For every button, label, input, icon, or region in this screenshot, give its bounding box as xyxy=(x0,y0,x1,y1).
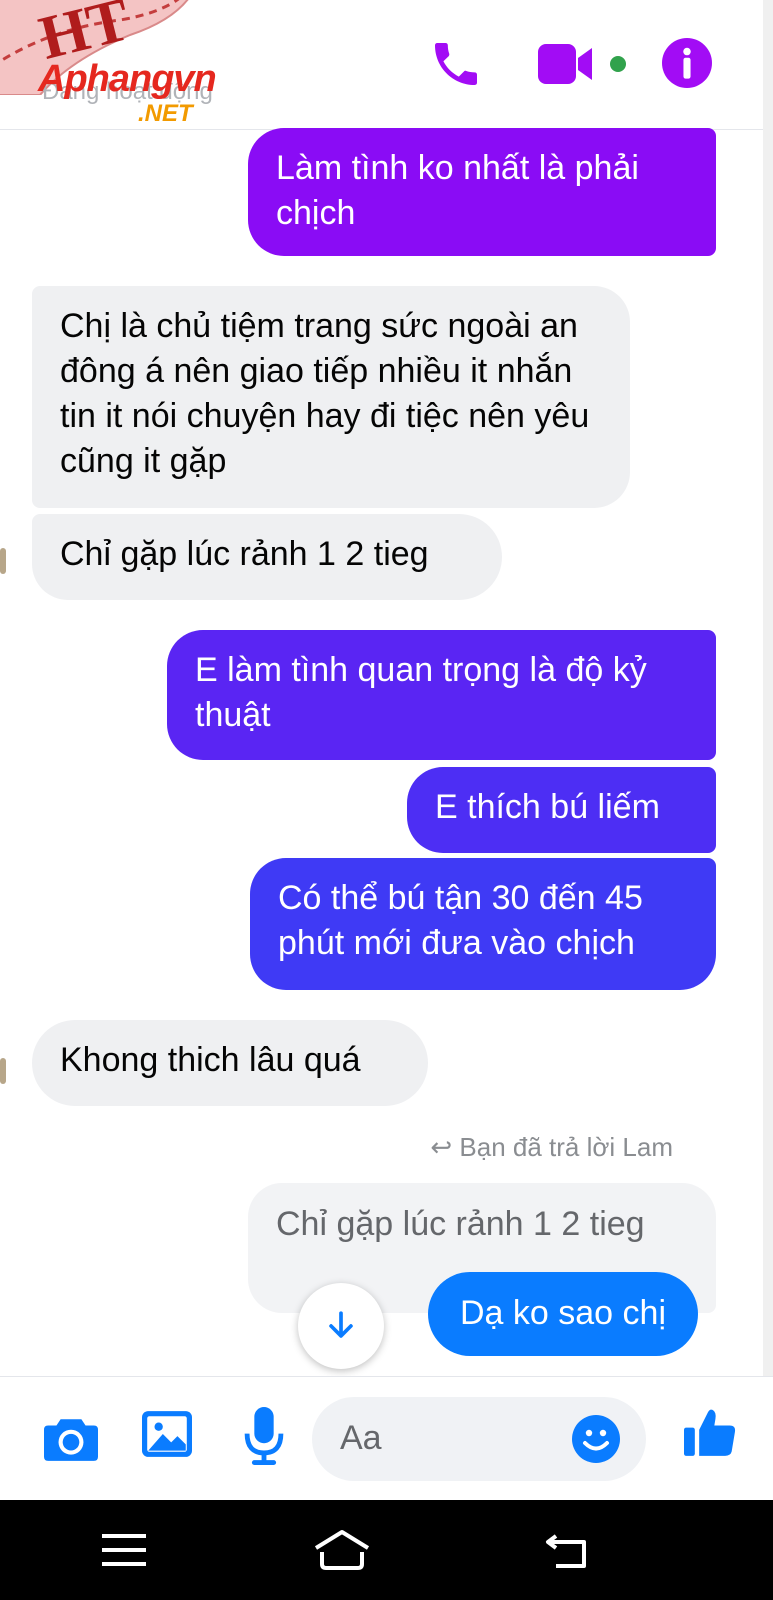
reply-arrow-icon: ↩ xyxy=(430,1132,460,1162)
avatar xyxy=(0,1058,6,1084)
menu-icon[interactable] xyxy=(102,1530,146,1570)
message-outgoing-reply[interactable]: Dạ ko sao chị xyxy=(428,1272,698,1356)
phone-icon[interactable] xyxy=(428,36,484,92)
chat-header: HT Đang hoạt động Aphangvn .NET xyxy=(0,0,773,130)
message-input[interactable]: Aa xyxy=(312,1397,646,1481)
back-icon[interactable] xyxy=(544,1530,590,1570)
message-outgoing[interactable]: E thích bú liếm xyxy=(407,767,716,853)
message-composer: Aa xyxy=(0,1376,773,1500)
video-icon[interactable] xyxy=(538,40,598,88)
microphone-icon[interactable] xyxy=(244,1407,284,1465)
message-incoming[interactable]: Khong thich lâu quá xyxy=(32,1020,428,1106)
home-icon[interactable] xyxy=(312,1528,372,1572)
camera-icon[interactable] xyxy=(44,1413,98,1463)
scroll-down-button[interactable] xyxy=(298,1283,384,1369)
message-outgoing[interactable]: Có thể bú tận 30 đến 45 phút mới đưa vào… xyxy=(250,858,716,990)
image-icon[interactable] xyxy=(142,1409,192,1459)
message-input-placeholder: Aa xyxy=(340,1419,382,1457)
message-outgoing[interactable]: E làm tình quan trọng là độ kỷ thuật xyxy=(167,630,716,760)
message-incoming[interactable]: Chị là chủ tiệm trang sức ngoài an đông … xyxy=(32,286,630,508)
watermark-logo: Aphangvn xyxy=(38,58,217,100)
system-navbar xyxy=(0,1500,773,1600)
info-icon[interactable] xyxy=(662,38,712,88)
emoji-icon[interactable] xyxy=(572,1415,620,1463)
avatar xyxy=(0,548,6,574)
reply-label: ↩ Bạn đã trả lời Lam xyxy=(430,1132,673,1163)
online-dot-icon xyxy=(610,56,626,72)
message-incoming[interactable]: Chỉ gặp lúc rảnh 1 2 tieg xyxy=(32,514,502,600)
arrow-down-icon xyxy=(329,1311,353,1338)
like-icon[interactable] xyxy=(684,1405,736,1459)
message-outgoing[interactable]: Làm tình ko nhất là phải chịch xyxy=(248,128,716,256)
watermark-domain: .NET xyxy=(138,100,193,127)
reply-label-text: Bạn đã trả lời Lam xyxy=(459,1132,673,1162)
right-edge xyxy=(763,0,773,1500)
